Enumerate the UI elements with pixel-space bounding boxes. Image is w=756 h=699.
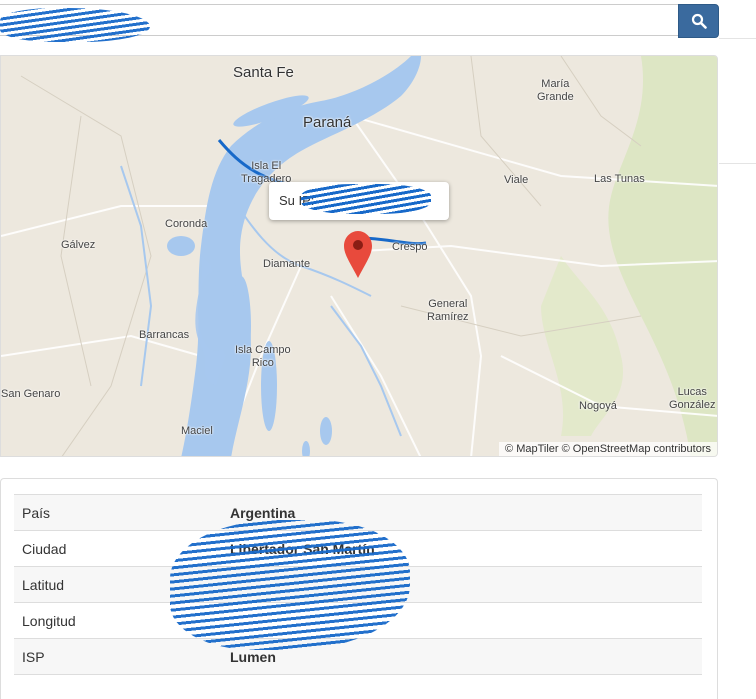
redaction-scribble bbox=[301, 184, 431, 214]
map-label: Lucas González bbox=[669, 386, 716, 411]
map-label: Maciel bbox=[181, 425, 213, 437]
table-row: ISP Lumen bbox=[14, 638, 702, 675]
map-label: Diamante bbox=[263, 258, 311, 270]
map-label: Viale bbox=[504, 174, 529, 186]
map-label: Barrancas bbox=[139, 329, 190, 341]
map-label: General Ramírez bbox=[427, 298, 469, 323]
map-label: Gálvez bbox=[61, 239, 96, 251]
map-label: San Genaro bbox=[1, 388, 61, 400]
redaction-scribble bbox=[170, 520, 410, 650]
map-label: María Grande bbox=[537, 78, 574, 103]
map-label: Santa Fe bbox=[233, 64, 294, 81]
map-label: Las Tunas bbox=[594, 173, 645, 185]
map-canvas[interactable] bbox=[1, 56, 718, 457]
map-label: Isla Campo Rico bbox=[235, 344, 291, 369]
map-attribution[interactable]: © MapTiler © OpenStreetMap contributors bbox=[499, 442, 717, 456]
row-key: País bbox=[14, 494, 222, 531]
divider bbox=[719, 163, 756, 164]
row-key: ISP bbox=[14, 638, 222, 675]
search-button[interactable] bbox=[678, 4, 719, 38]
search-icon bbox=[691, 13, 707, 29]
divider bbox=[719, 38, 756, 39]
map-label: Nogoyá bbox=[579, 400, 617, 412]
redaction-scribble bbox=[0, 8, 150, 42]
map-panel[interactable]: Santa Fe Paraná María Grande Isla El Tra… bbox=[0, 55, 718, 457]
map-label: Crespo bbox=[392, 241, 428, 253]
map-label: Paraná bbox=[303, 114, 352, 131]
map-label: Coronda bbox=[165, 218, 208, 230]
